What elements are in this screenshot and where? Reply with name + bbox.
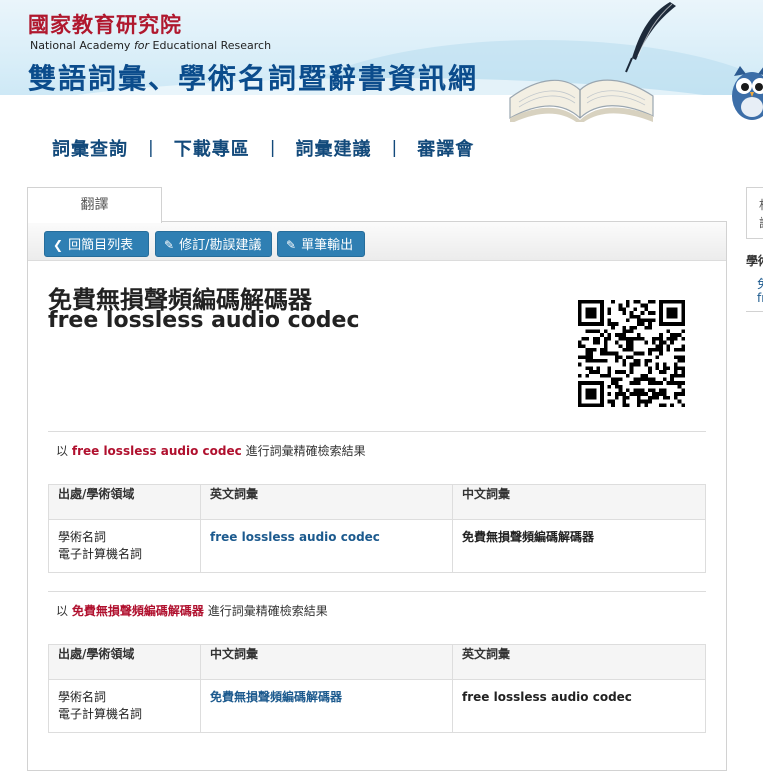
caption-query: free lossless audio codec [71, 444, 242, 458]
cell-english-term-link[interactable]: free lossless audio codec [200, 519, 453, 573]
caption-suffix: 進行詞彙精確檢索結果 [207, 604, 328, 618]
site-title[interactable]: 雙語詞彙、學術名詞暨辭書資訊網 [28, 57, 478, 97]
org-logo-chinese[interactable]: 國家教育研究院 [28, 9, 182, 39]
side-related-link[interactable]: 免 [757, 275, 763, 292]
section-divider [48, 591, 706, 592]
nav-separator: | [148, 138, 154, 158]
cell-source: 學術名詞電子計算機名詞 [48, 519, 201, 573]
org-en-part: for [133, 39, 150, 52]
pencil-icon: ✎ [164, 238, 175, 252]
cell-chinese-term: 免費無損聲頻編碼解碼器 [452, 519, 706, 573]
caption-suffix: 進行詞彙精確檢索結果 [245, 444, 366, 458]
side-related-link[interactable]: fr [757, 291, 763, 305]
side-heading: 學術 [746, 254, 763, 268]
search-result-caption-english: 以 free lossless audio codec 進行詞彙精確檢索結果 [56, 442, 366, 459]
result-table-chinese: 出處/學術領域 中文詞彙 英文詞彙 學術名詞電子計算機名詞 免費無損聲頻編碼解碼… [48, 644, 706, 733]
org-en-part: Educational Research [149, 39, 272, 52]
back-to-list-button[interactable]: ❮ 回簡目列表 [44, 231, 149, 257]
nav-item-review-committee[interactable]: 審譯會 [417, 135, 474, 161]
single-export-button[interactable]: ✎ 單筆輸出 [277, 231, 365, 257]
term-title-english: free lossless audio codec [48, 308, 360, 333]
caption-prefix: 以 [56, 604, 69, 618]
cell-english-term: free lossless audio codec [452, 679, 706, 733]
cell-source: 學術名詞電子計算機名詞 [48, 679, 201, 733]
main-nav: 詞彙查詢 | 下載專區 | 詞彙建議 | 審譯會 [52, 135, 474, 161]
back-to-list-label: 回簡目列表 [68, 238, 134, 253]
owl-mascot-icon [732, 66, 763, 120]
qr-code-icon [578, 300, 685, 407]
column-header-source: 出處/學術領域 [48, 644, 201, 680]
search-result-caption-chinese: 以 免費無損聲頻編碼解碼器 進行詞彙精確檢索結果 [56, 602, 328, 619]
table-header-row: 出處/學術領域 英文詞彙 中文詞彙 [48, 484, 706, 520]
caption-prefix: 以 [56, 444, 69, 458]
column-header-english-term: 英文詞彙 [452, 644, 706, 680]
column-header-chinese-term: 中文詞彙 [452, 484, 706, 520]
source-subfield: 電子計算機名詞 [58, 547, 143, 561]
nav-item-term-suggestion[interactable]: 詞彙建議 [295, 135, 371, 161]
nav-separator: | [269, 138, 276, 158]
side-tab-text: 相 [759, 198, 763, 212]
chevron-left-icon: ❮ [53, 238, 64, 252]
term-detail-panel: ❮ 回簡目列表 ✎ 修訂/勘誤建議 ✎ 單筆輸出 免費無損聲頻編碼解碼器 free l… [27, 221, 727, 771]
panel-toolbar: ❮ 回簡目列表 ✎ 修訂/勘誤建議 ✎ 單筆輸出 [28, 222, 726, 261]
result-table-english: 出處/學術領域 英文詞彙 中文詞彙 學術名詞電子計算機名詞 free lossl… [48, 484, 706, 573]
table-row: 學術名詞電子計算機名詞 免費無損聲頻編碼解碼器 free lossless au… [48, 679, 706, 733]
section-divider [48, 431, 706, 432]
side-divider [746, 311, 763, 312]
header-banner: 國家教育研究院 National Academy for Educational… [0, 0, 763, 122]
suggest-correction-button[interactable]: ✎ 修訂/勘誤建議 [155, 231, 272, 257]
column-header-english-term: 英文詞彙 [200, 484, 453, 520]
table-header-row: 出處/學術領域 中文詞彙 英文詞彙 [48, 644, 706, 680]
nav-item-term-search[interactable]: 詞彙查詢 [52, 135, 128, 161]
nav-separator: | [391, 138, 398, 158]
suggest-correction-label: 修訂/勘誤建議 [179, 238, 262, 253]
nav-item-downloads[interactable]: 下載專區 [174, 135, 250, 161]
source-subfield: 電子計算機名詞 [58, 707, 143, 721]
org-en-part: National Academy [30, 39, 134, 52]
side-tab-text: 詞 [759, 216, 763, 230]
cell-chinese-term-link[interactable]: 免費無損聲頻編碼解碼器 [200, 679, 453, 733]
column-header-chinese-term: 中文詞彙 [200, 644, 453, 680]
source-field: 學術名詞 [58, 530, 107, 544]
caption-query: 免費無損聲頻編碼解碼器 [71, 604, 204, 618]
source-field: 學術名詞 [58, 690, 107, 704]
single-export-label: 單筆輸出 [301, 238, 354, 253]
pencil-icon: ✎ [286, 238, 297, 252]
open-book-icon [509, 79, 654, 122]
org-logo-english[interactable]: National Academy for Educational Researc… [30, 39, 271, 52]
table-row: 學術名詞電子計算機名詞 free lossless audio codec 免費… [48, 519, 706, 573]
side-tab[interactable]: 相詞 [746, 187, 763, 239]
tab-translation[interactable]: 翻譯 [27, 187, 162, 223]
column-header-source: 出處/學術領域 [48, 484, 201, 520]
